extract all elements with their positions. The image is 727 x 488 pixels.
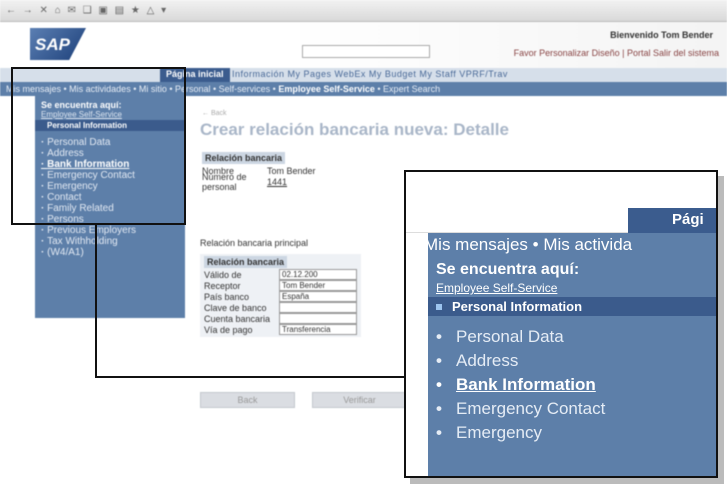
bank-relation-summary: Relación bancaria Nombre Tom Bender Númer… [202,152,342,192]
callout-connector [95,376,405,378]
square-bullet-icon [436,304,442,310]
zoom-sidebar-heading: Se encuentra aquí: [436,261,580,278]
section-header: Relación bancaria [204,256,288,268]
bullet-icon: • [436,423,442,442]
top-nav-items[interactable]: Información My Pages WebEx My Budget My … [232,69,508,79]
field-label: Cuenta bancaria [204,313,271,324]
sidebar-item-tax[interactable]: Tax Withholding [41,236,179,247]
field-label: Vía de pago [204,324,253,335]
zoom-tab-home[interactable]: Pági [628,208,716,233]
zoom-left-margin [406,233,428,476]
zoom-sidebar-current-section[interactable]: Personal Information [428,297,716,316]
zoom-item-address[interactable]: • Address [436,349,716,373]
verify-button[interactable]: Verificar [312,392,407,408]
bullet-icon: • [436,351,442,370]
field-value: Tom Bender [267,165,316,176]
form-row: Vía de pago Transferencia [204,324,357,335]
toolbar-icons[interactable]: ← → ✕ ⌂ ✉ ❑ ▣ ▤ ★ △ ▾ [6,5,168,16]
form-row: Válido de 02.12.200 [204,269,357,280]
zoom-item-bank-information[interactable]: • Bank Information [436,373,716,397]
zoom-top-navigation: Pági [406,208,716,233]
sub-nav-current[interactable]: Employee Self-Service [278,84,375,94]
header-links[interactable]: Favor Personalizar Diseño | Portal Salir… [514,48,719,58]
zoom-sidebar-list: • Personal Data • Address • Bank Informatio… [428,316,716,445]
field-label: Receptor [204,280,241,291]
zoom-item-personal-data[interactable]: • Personal Data [436,325,716,349]
callout-connector [95,225,97,378]
field-label: Válido de [204,269,242,280]
field-value[interactable]: 1441 [267,177,342,187]
breadcrumb[interactable]: ← Back [202,110,227,117]
bullet-icon: • [436,375,442,394]
welcome-text: Bienvenido Tom Bender [610,30,713,40]
bank-relation-form: Relación bancaria principal Relación ban… [200,238,361,337]
bank-key-input[interactable] [279,302,357,313]
sub-nav-suffix[interactable]: • Expert Search [375,84,440,94]
back-button[interactable]: Back [200,392,295,408]
form-row: Receptor Tom Bender [204,280,357,291]
zoom-sidebar: Se encuentra aquí: Employee Self-Service… [428,257,716,476]
zoom-item-emergency-contact[interactable]: • Emergency Contact [436,397,716,421]
form-row: Clave de banco [204,302,357,313]
sidebar-item-w4[interactable]: (W4/A1) [41,247,179,258]
bank-country-select[interactable]: España [279,291,357,302]
valid-from-input[interactable]: 02.12.200 [279,269,357,280]
field-label: País banco [204,291,250,302]
callout-frame [11,67,186,225]
recipient-input[interactable]: Tom Bender [279,280,357,291]
section-header: Relación bancaria [202,152,286,164]
page-title: Crear relación bancaria nueva: Detalle [200,120,509,139]
zoom-header [406,172,716,208]
zoom-item-emergency[interactable]: • Emergency [436,421,716,445]
field-label: Número de personal [202,171,247,192]
sidebar-item-previous-employers[interactable]: Previous Employers [41,225,179,236]
form-row: Cuenta bancaria [204,313,357,324]
bullet-icon: • [436,399,442,418]
form-box: Relación bancaria Válido de 02.12.200 Rec… [200,254,361,337]
zoom-inset: Pági Mis mensajes • Mis activida Se encu… [404,170,718,478]
form-caption: Relación bancaria principal [200,238,309,248]
bullet-icon: • [436,327,442,346]
browser-toolbar: ← → ✕ ⌂ ✉ ❑ ▣ ▤ ★ △ ▾ [0,0,727,22]
search-input[interactable] [302,45,430,58]
payment-method-select[interactable]: Transferencia [279,324,357,335]
zoom-current-label: Personal Information [452,299,583,314]
form-row: Número de personal 1441 [202,172,342,192]
zoom-sidebar-link-ess[interactable]: Employee Self-Service [428,279,716,295]
form-row: País banco España [204,291,357,302]
field-label: Clave de banco [204,302,267,313]
bank-account-input[interactable] [279,313,357,324]
zoom-sub-navigation[interactable]: Mis mensajes • Mis activida [406,233,716,257]
